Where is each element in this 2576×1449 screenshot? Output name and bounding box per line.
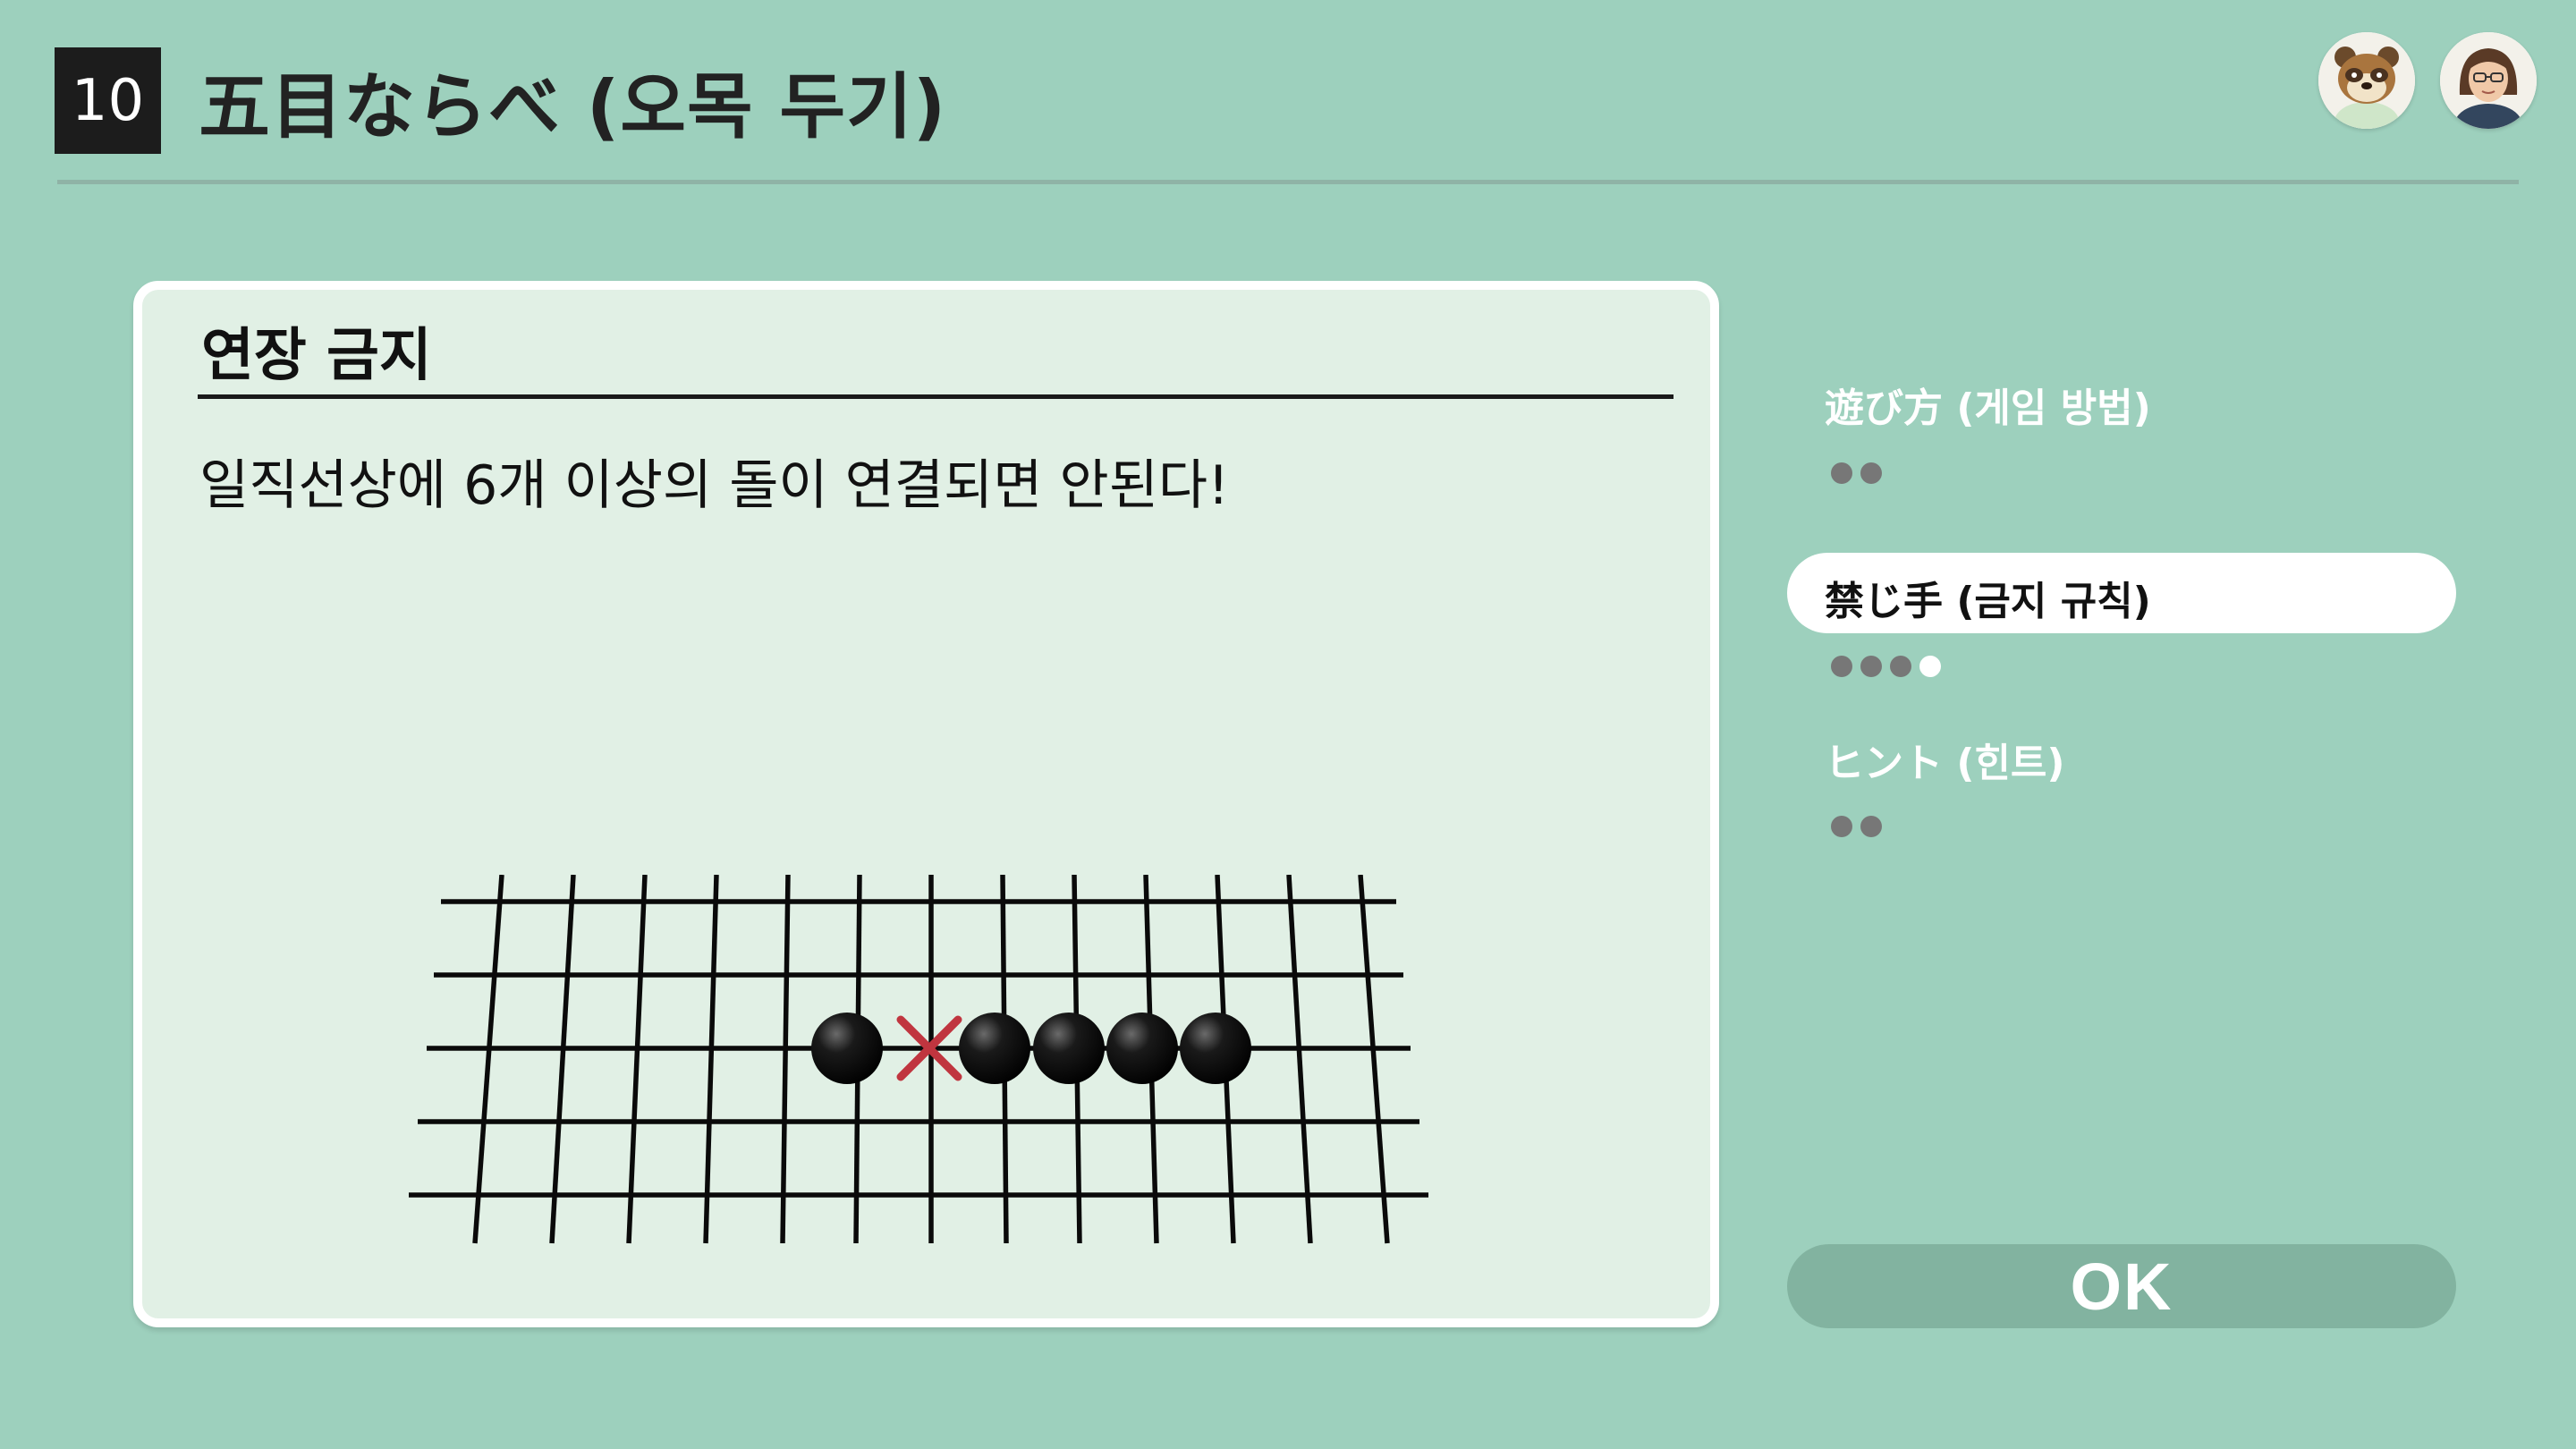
panel-title: 연장 금지 bbox=[201, 323, 432, 389]
page-dot bbox=[1860, 656, 1882, 677]
raccoon-avatar-icon[interactable] bbox=[2318, 32, 2415, 129]
game-number-badge: 10 bbox=[55, 47, 161, 154]
page-dot bbox=[1831, 656, 1852, 677]
page-dot bbox=[1860, 462, 1882, 484]
menu-item-label: 禁じ手 (금지 규칙) bbox=[1825, 579, 2151, 624]
black-stone bbox=[1106, 1013, 1178, 1084]
black-stone bbox=[811, 1013, 883, 1084]
page-indicator-how-to-play bbox=[1831, 462, 1882, 484]
page-dot bbox=[1831, 462, 1852, 484]
user-avatar-icon[interactable] bbox=[2440, 32, 2537, 129]
black-stone bbox=[1180, 1013, 1251, 1084]
menu-item-how-to-play[interactable]: 遊び方 (게임 방법) bbox=[1825, 376, 2151, 433]
page-indicator-hint bbox=[1831, 816, 1882, 837]
page-title: 五目ならべ (오목 두기) bbox=[199, 65, 947, 148]
ok-button[interactable]: OK bbox=[1787, 1244, 2456, 1328]
panel-title-divider bbox=[198, 394, 1674, 399]
menu-item-hint[interactable]: ヒント (힌트) bbox=[1825, 731, 2065, 788]
page-dot-current bbox=[1919, 656, 1941, 677]
gomoku-board-diagram bbox=[409, 875, 1428, 1244]
page-dot bbox=[1860, 816, 1882, 837]
page-dot bbox=[1831, 816, 1852, 837]
page-dot bbox=[1890, 656, 1911, 677]
black-stone bbox=[1033, 1013, 1105, 1084]
black-stone bbox=[959, 1013, 1030, 1084]
menu-item-forbidden-moves[interactable]: 禁じ手 (금지 규칙) bbox=[1787, 553, 2456, 633]
page-indicator-forbidden-moves bbox=[1831, 656, 1941, 677]
rule-description: 일직선상에 6개 이상의 돌이 연결되면 안된다! bbox=[199, 454, 1230, 517]
rule-panel: 연장 금지 일직선상에 6개 이상의 돌이 연결되면 안된다! bbox=[133, 281, 1719, 1327]
header-divider bbox=[57, 180, 2519, 184]
